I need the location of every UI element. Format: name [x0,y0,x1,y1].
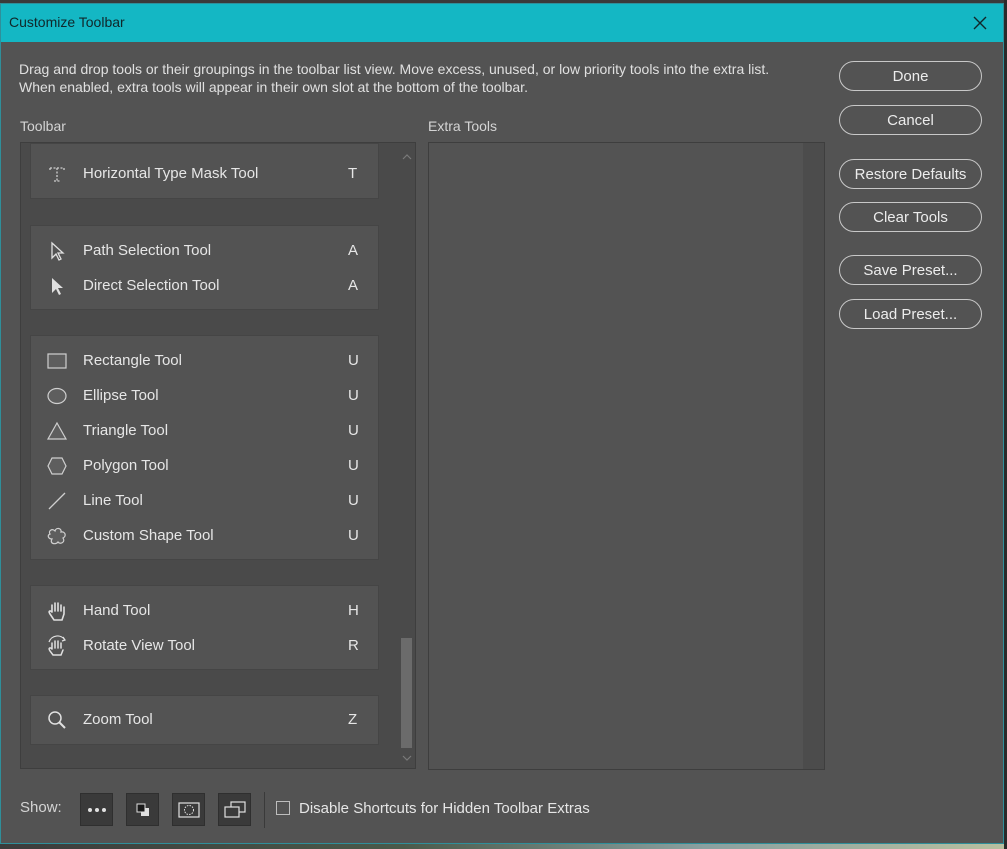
show-screen-mode-button[interactable] [218,793,251,826]
tool-row[interactable]: Path Selection Tool A [31,233,378,268]
tool-group[interactable]: Horizontal Type Mask Tool T [30,143,379,199]
rotate-view-icon [45,634,69,658]
path-selection-icon [45,239,69,263]
toolbar-list[interactable]: Horizontal Type Mask Tool T Path Selecti… [20,142,416,769]
tool-row[interactable]: Line Tool U [31,483,378,518]
tool-name: Custom Shape Tool [83,527,214,544]
title-bar: Customize Toolbar [1,4,1003,42]
show-quick-mask-button[interactable] [172,793,205,826]
cancel-button[interactable]: Cancel [839,105,982,135]
customize-toolbar-dialog: Customize Toolbar Drag and drop tools or… [0,3,1004,844]
tool-shortcut: A [348,277,359,294]
tool-shortcut: U [348,387,359,404]
ellipse-icon [45,384,69,408]
triangle-icon [45,419,69,443]
save-preset-button[interactable]: Save Preset... [839,255,982,285]
tool-shortcut: U [348,527,359,544]
tool-row[interactable]: Ellipse Tool U [31,378,378,413]
tool-row[interactable]: Direct Selection Tool A [31,268,378,303]
tool-shortcut: Z [348,711,358,728]
tool-row[interactable]: Rotate View Tool R [31,628,378,663]
scroll-up-arrow-icon[interactable] [402,152,412,162]
rectangle-icon [45,349,69,373]
extra-tools-scrollbar[interactable] [803,143,824,769]
tool-row[interactable]: Polygon Tool U [31,448,378,483]
color-swatches-icon [136,803,149,816]
restore-defaults-button[interactable]: Restore Defaults [839,159,982,189]
toolbar-scrollbar[interactable] [399,143,415,768]
tool-name: Rotate View Tool [83,637,196,654]
tool-group[interactable]: Path Selection Tool A Direct Selection T… [30,225,379,310]
close-icon [973,16,987,30]
scroll-down-arrow-icon[interactable] [402,753,412,763]
tool-shortcut: H [348,602,359,619]
clear-tools-button[interactable]: Clear Tools [839,202,982,232]
tool-group[interactable]: Zoom Tool Z [30,695,379,745]
tool-name: Horizontal Type Mask Tool [83,165,259,182]
tool-row[interactable]: Horizontal Type Mask Tool T [31,156,378,191]
tool-name: Triangle Tool [83,422,169,439]
tool-group[interactable]: Hand Tool H Rotate View Tool R [30,585,379,670]
tool-name: Ellipse Tool [83,387,159,404]
tool-row[interactable]: Rectangle Tool U [31,343,378,378]
tool-name: Polygon Tool [83,457,169,474]
done-button[interactable]: Done [839,61,982,91]
disable-shortcuts-checkbox[interactable] [276,801,290,815]
scrollbar-thumb[interactable] [401,638,412,748]
dialog-title: Customize Toolbar [9,14,125,30]
zoom-icon [45,708,69,732]
tool-name: Zoom Tool [83,711,153,728]
hand-icon [45,599,69,623]
tool-shortcut: U [348,352,359,369]
line-icon [45,489,69,513]
tool-row[interactable]: Custom Shape Tool U [31,518,378,553]
tool-name: Rectangle Tool [83,352,182,369]
load-preset-button[interactable]: Load Preset... [839,299,982,329]
polygon-icon [45,454,69,478]
more-tools-icon [87,807,106,812]
extra-tools-list[interactable] [428,142,825,770]
tool-shortcut: T [348,165,358,182]
tool-shortcut: R [348,637,359,654]
show-divider [264,792,265,828]
tool-name: Line Tool [83,492,143,509]
screen-mode-icon [223,800,246,818]
tool-row[interactable]: Triangle Tool U [31,413,378,448]
tool-group[interactable]: Rectangle Tool U Ellipse Tool U Triangle… [30,335,379,560]
type-mask-icon [45,162,69,186]
extra-tools-label: Extra Tools [428,118,497,134]
show-label: Show: [20,799,62,816]
show-color-swatches-button[interactable] [126,793,159,826]
tool-shortcut: U [348,457,359,474]
close-button[interactable] [957,4,1003,42]
direct-selection-icon [45,274,69,298]
tool-row[interactable]: Zoom Tool Z [31,702,378,737]
instructions-text: Drag and drop tools or their groupings i… [19,61,770,95]
tool-name: Direct Selection Tool [83,277,220,294]
tool-row[interactable]: Hand Tool H [31,593,378,628]
custom-shape-icon [45,524,69,548]
disable-shortcuts-label[interactable]: Disable Shortcuts for Hidden Toolbar Ext… [299,800,590,817]
tool-shortcut: A [348,242,359,259]
tool-name: Hand Tool [83,602,151,619]
quick-mask-icon [177,801,200,818]
tool-shortcut: U [348,422,359,439]
tool-name: Path Selection Tool [83,242,212,259]
tool-shortcut: U [348,492,359,509]
toolbar-label: Toolbar [20,118,66,134]
show-more-tools-button[interactable] [80,793,113,826]
